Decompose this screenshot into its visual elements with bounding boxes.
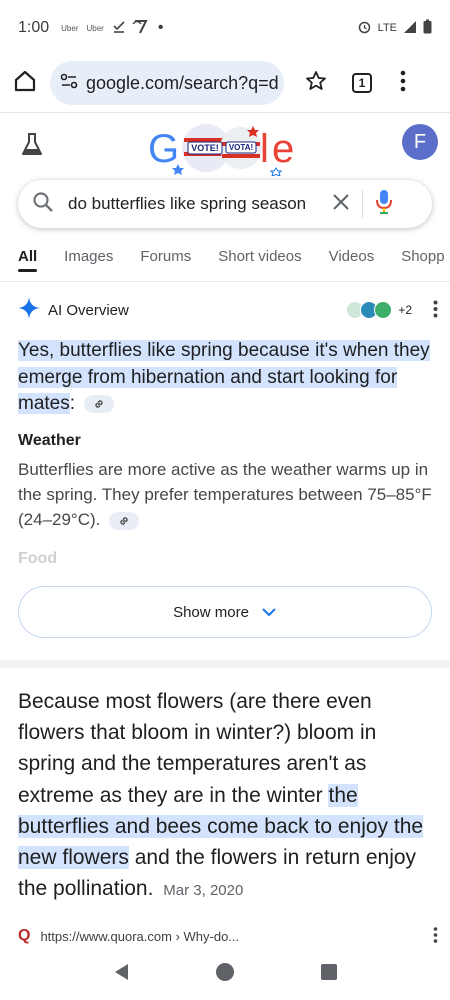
search-box[interactable]: do butterflies like spring season — [18, 180, 432, 228]
signal-icon — [403, 20, 417, 37]
system-nav-bar — [0, 948, 450, 1000]
address-bar[interactable]: google.com/search?q=d — [50, 61, 284, 105]
show-more-button[interactable]: Show more — [18, 586, 432, 638]
ai-section-title: Weather — [18, 432, 81, 449]
back-icon[interactable] — [112, 962, 130, 987]
browser-menu-icon[interactable] — [400, 70, 406, 97]
chevron-down-icon — [261, 604, 277, 621]
source-favicon-icon — [374, 301, 393, 319]
svg-text:e: e — [272, 127, 294, 171]
uber-notification-icon: Uber — [86, 23, 104, 33]
tab-videos[interactable]: Videos — [329, 238, 375, 278]
ai-overview-answer: Yes, butterflies like spring because it'… — [18, 338, 438, 418]
doodle-vota-badge: VOTA! — [229, 143, 253, 152]
download-done-icon — [112, 19, 126, 37]
ai-section-body: Butterflies are more active as the weath… — [18, 457, 438, 532]
home-nav-icon[interactable] — [215, 962, 235, 987]
svg-text:G: G — [148, 127, 179, 171]
recents-icon[interactable] — [320, 963, 338, 986]
ai-section-text: Butterflies are more active as the weath… — [18, 460, 432, 529]
site-settings-icon[interactable] — [60, 72, 78, 95]
quora-favicon-icon: Q — [18, 927, 31, 944]
tab-all[interactable]: All — [18, 238, 38, 278]
home-icon[interactable] — [12, 68, 38, 99]
ai-overview-sources[interactable]: +2 — [346, 301, 412, 319]
ai-overview-header: AI Overview +2 — [18, 296, 438, 324]
tab-switcher-button[interactable]: 1 — [352, 73, 372, 93]
status-time: 1:00 — [18, 19, 50, 36]
citation-link-icon[interactable] — [84, 394, 115, 413]
profile-avatar[interactable]: F — [402, 124, 438, 160]
ai-section-faded-title: Food — [18, 550, 58, 567]
tab-shopping[interactable]: Shopp — [401, 238, 444, 278]
tab-forums[interactable]: Forums — [140, 238, 191, 278]
browser-toolbar: google.com/search?q=d 1 — [0, 56, 450, 110]
ai-overview-menu-icon[interactable] — [433, 300, 438, 322]
labs-flask-icon[interactable] — [20, 132, 44, 163]
doodle-vote-badge: VOTE! — [191, 143, 219, 153]
snippet-text-before: Because most flowers (are there even flo… — [18, 690, 377, 807]
app-notification-icon — [132, 17, 150, 39]
more-notifications-dot-icon: • — [157, 19, 164, 36]
show-more-label: Show more — [173, 603, 249, 621]
tabs-divider — [0, 281, 450, 282]
url-text: google.com/search?q=d — [86, 72, 279, 93]
voice-search-mic-icon[interactable] — [375, 189, 393, 220]
uber-notification-icon: Uber — [61, 23, 79, 33]
google-header: G VOTE! VOTA! l e — [0, 112, 450, 177]
network-type: LTE — [377, 22, 397, 34]
search-icon — [32, 191, 54, 218]
battery-icon — [423, 19, 432, 37]
source-url[interactable]: https://www.quora.com › Why-do... — [40, 929, 239, 944]
search-tabs: All Images Forums Short videos Videos Sh… — [0, 238, 450, 278]
result-menu-icon[interactable] — [433, 926, 438, 946]
google-doodle-logo[interactable]: G VOTE! VOTA! l e — [148, 120, 302, 177]
featured-snippet: Because most flowers (are there even flo… — [18, 686, 434, 906]
clear-search-icon[interactable] — [332, 193, 350, 216]
ai-answer-highlight: Yes, butterflies like spring because it'… — [18, 340, 430, 414]
citation-link-icon[interactable] — [109, 511, 140, 530]
search-divider — [362, 190, 363, 218]
section-divider — [0, 660, 450, 668]
gemini-sparkle-icon — [18, 297, 40, 323]
status-bar: 1:00 Uber Uber • LTE — [0, 0, 450, 56]
source-count: +2 — [398, 303, 412, 317]
result-source[interactable]: Q https://www.quora.com › Why-do... — [18, 924, 438, 948]
ai-overview-label: AI Overview — [48, 301, 129, 319]
ai-answer-tail: : — [69, 393, 76, 414]
tab-images[interactable]: Images — [64, 238, 113, 278]
svg-text:l: l — [260, 127, 269, 171]
tab-short-videos[interactable]: Short videos — [218, 238, 301, 278]
search-input[interactable]: do butterflies like spring season — [68, 194, 318, 214]
status-right: LTE — [357, 19, 432, 37]
bookmark-star-icon[interactable] — [304, 69, 328, 98]
snippet-date: Mar 3, 2020 — [163, 882, 244, 900]
alarm-icon — [357, 19, 372, 37]
